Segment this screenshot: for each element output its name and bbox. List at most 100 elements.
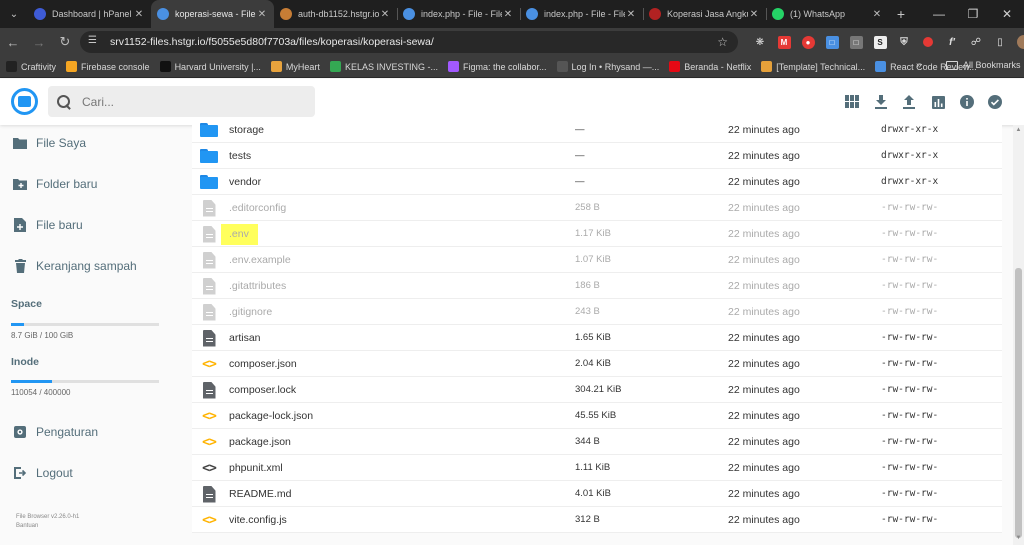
sidebar-item-label: File baru bbox=[36, 218, 83, 232]
bookmarks-overflow-icon[interactable]: » bbox=[916, 60, 922, 71]
bookmark-item[interactable]: Beranda - Netflix bbox=[669, 61, 751, 72]
bookmark-item[interactable]: Figma: the collabor... bbox=[447, 61, 547, 72]
file-icon bbox=[202, 381, 216, 399]
forward-icon[interactable]: → bbox=[26, 28, 52, 56]
file-row[interactable]: vendor — 22 minutes ago drwxr-xr-x bbox=[192, 169, 1002, 195]
browser-tab[interactable]: auth-db1152.hstgr.io ✕ bbox=[274, 0, 397, 28]
browser-tab[interactable]: (1) WhatsApp ✕ bbox=[766, 0, 889, 28]
bookmark-star-icon[interactable]: ☆ bbox=[717, 35, 728, 49]
address-bar[interactable]: ☰ srv1152-files.hstgr.io/f5055e5d80f7703… bbox=[80, 31, 738, 53]
search-input[interactable] bbox=[82, 94, 282, 109]
bookmark-item[interactable]: [Template] Technical... bbox=[761, 61, 865, 72]
file-name: artisan bbox=[229, 332, 261, 344]
bookmark-label: [Template] Technical... bbox=[776, 61, 866, 72]
extension-copy-icon[interactable]: □ bbox=[844, 31, 868, 53]
scrollbar-thumb[interactable] bbox=[1015, 268, 1022, 538]
file-modified: 22 minutes ago bbox=[728, 176, 800, 188]
extensions-puzzle-icon[interactable]: ☍ bbox=[964, 31, 988, 53]
file-row[interactable]: README.md 4.01 KiB 22 minutes ago -rw-rw-rw… bbox=[192, 481, 1002, 507]
restore-icon[interactable]: ❐ bbox=[956, 0, 990, 28]
browser-tab-bar: ⌄ Dashboard | hPanel ✕ koperasi-sewa - Fil… bbox=[0, 0, 1024, 28]
tab-close-icon[interactable]: ✕ bbox=[502, 9, 514, 20]
file-row[interactable]: <> package-lock.json 45.55 KiB 22 minutes a… bbox=[192, 403, 1002, 429]
tab-close-icon[interactable]: ✕ bbox=[379, 9, 391, 20]
logout-icon bbox=[12, 465, 28, 481]
file-row[interactable]: <> package.json 344 B 22 minutes ago -rw-rw-… bbox=[192, 429, 1002, 455]
file-row[interactable]: <> phpunit.xml 1.11 KiB 22 minutes ago -rw-r… bbox=[192, 455, 1002, 481]
search-box[interactable] bbox=[48, 86, 315, 117]
file-row[interactable]: tests — 22 minutes ago drwxr-xr-x bbox=[192, 143, 1002, 169]
browser-tab[interactable]: koperasi-sewa - File ✕ bbox=[151, 0, 274, 28]
inode-value: 110054 / 400000 bbox=[11, 388, 71, 397]
extension-s-icon[interactable]: S bbox=[868, 31, 892, 53]
help-link[interactable]: Bantuan bbox=[16, 522, 38, 531]
extension-gear-icon[interactable]: ❋ bbox=[748, 31, 772, 53]
url-text[interactable]: srv1152-files.hstgr.io/f5055e5d80f7703a/… bbox=[110, 36, 717, 48]
info-icon[interactable] bbox=[952, 91, 981, 113]
bookmark-favicon-icon bbox=[6, 61, 17, 72]
bookmark-item[interactable]: Firebase console bbox=[66, 61, 150, 72]
file-row[interactable]: artisan 1.65 KiB 22 minutes ago -rw-rw-rw- bbox=[192, 325, 1002, 351]
profile-avatar[interactable] bbox=[1012, 31, 1024, 53]
sidebar-item-new-folder[interactable]: Folder baru bbox=[0, 168, 180, 200]
all-bookmarks-button[interactable]: All Bookmarks bbox=[946, 60, 1021, 70]
sidebar-item-trash[interactable]: Keranjang sampah bbox=[0, 250, 180, 282]
file-row[interactable]: <> vite.config.js 312 B 22 minutes ago -rw-r… bbox=[192, 507, 1002, 533]
header-actions bbox=[838, 91, 1010, 113]
file-row[interactable]: .env.example 1.07 KiB 22 minutes ago -rw-rw… bbox=[192, 247, 1002, 273]
file-icon bbox=[202, 329, 216, 347]
extension-fx-icon[interactable]: f′ bbox=[940, 31, 964, 53]
minimize-icon[interactable]: — bbox=[922, 0, 956, 28]
scroll-down-icon[interactable]: ▼ bbox=[1015, 535, 1022, 543]
extension-red-dot-icon[interactable] bbox=[916, 31, 940, 53]
tab-close-icon[interactable]: ✕ bbox=[748, 9, 760, 20]
page-scrollbar[interactable]: ▲ ▼ bbox=[1013, 125, 1024, 545]
site-info-icon[interactable]: ☰ bbox=[88, 35, 102, 49]
disk-usage-chart-icon[interactable] bbox=[924, 91, 953, 113]
tab-close-icon[interactable]: ✕ bbox=[871, 9, 883, 20]
bookmark-item[interactable]: MyHeart bbox=[270, 61, 320, 72]
extension-red-icon[interactable]: M bbox=[772, 31, 796, 53]
bookmark-label: MyHeart bbox=[285, 61, 320, 72]
file-permissions: -rw-rw-rw- bbox=[881, 514, 939, 525]
sidebar-item-label: Folder baru bbox=[36, 177, 98, 191]
browser-tab[interactable]: Dashboard | hPanel ✕ bbox=[28, 0, 151, 28]
bookmark-item[interactable]: Craftivity bbox=[6, 61, 56, 72]
file-row[interactable]: <> composer.json 2.04 KiB 22 minutes ago -rw… bbox=[192, 351, 1002, 377]
browser-tab[interactable]: Koperasi Jasa Angku ✕ bbox=[643, 0, 766, 28]
bookmark-item[interactable]: KELAS INVESTING -... bbox=[329, 61, 438, 72]
bookmark-item[interactable]: Harvard University |... bbox=[159, 61, 261, 72]
close-window-icon[interactable]: ✕ bbox=[990, 0, 1024, 28]
back-icon[interactable]: ← bbox=[0, 28, 26, 56]
extension-shield-icon[interactable]: ⛨ bbox=[892, 31, 916, 53]
tab-close-icon[interactable]: ✕ bbox=[133, 9, 145, 20]
sidebar-item-new-file[interactable]: File baru bbox=[0, 209, 180, 241]
file-row[interactable]: .env 1.17 KiB 22 minutes ago -rw-rw-rw- bbox=[192, 221, 1002, 247]
grid-view-icon[interactable] bbox=[838, 91, 867, 113]
sidebar-item-my-files[interactable]: File Saya bbox=[0, 127, 180, 159]
tab-close-icon[interactable]: ✕ bbox=[256, 9, 268, 20]
file-row[interactable]: .editorconfig 258 B 22 minutes ago -rw-rw-r… bbox=[192, 195, 1002, 221]
tab-search-icon[interactable]: ⌄ bbox=[0, 0, 28, 28]
browser-tab[interactable]: index.php - File - File ✕ bbox=[397, 0, 520, 28]
extension-doc-icon[interactable]: □ bbox=[820, 31, 844, 53]
file-row[interactable]: .gitattributes 186 B 22 minutes ago -rw-rw-… bbox=[192, 273, 1002, 299]
download-icon[interactable] bbox=[867, 91, 896, 113]
file-row[interactable]: composer.lock 304.21 KiB 22 minutes ago -rw… bbox=[192, 377, 1002, 403]
scroll-up-icon[interactable]: ▲ bbox=[1015, 127, 1022, 135]
sidebar-item-logout[interactable]: Logout bbox=[0, 457, 180, 489]
tab-close-icon[interactable]: ✕ bbox=[625, 9, 637, 20]
file-row[interactable]: storage — 22 minutes ago drwxr-xr-x bbox=[192, 117, 1002, 143]
new-tab-button[interactable]: + bbox=[889, 6, 913, 22]
sidebar-item-settings[interactable]: Pengaturan bbox=[0, 416, 180, 448]
upload-icon[interactable] bbox=[895, 91, 924, 113]
file-permissions: -rw-rw-rw- bbox=[881, 488, 939, 499]
extension-record-icon[interactable]: ● bbox=[796, 31, 820, 53]
select-check-icon[interactable] bbox=[981, 91, 1010, 113]
sidepanel-icon[interactable]: ▯ bbox=[988, 31, 1012, 53]
filebrowser-logo[interactable] bbox=[11, 88, 38, 115]
bookmark-item[interactable]: Log In • Rhysand —... bbox=[556, 61, 659, 72]
browser-tab[interactable]: index.php - File - File ✕ bbox=[520, 0, 643, 28]
file-row[interactable]: .gitignore 243 B 22 minutes ago -rw-rw-rw- bbox=[192, 299, 1002, 325]
reload-icon[interactable]: ↻ bbox=[52, 28, 78, 56]
